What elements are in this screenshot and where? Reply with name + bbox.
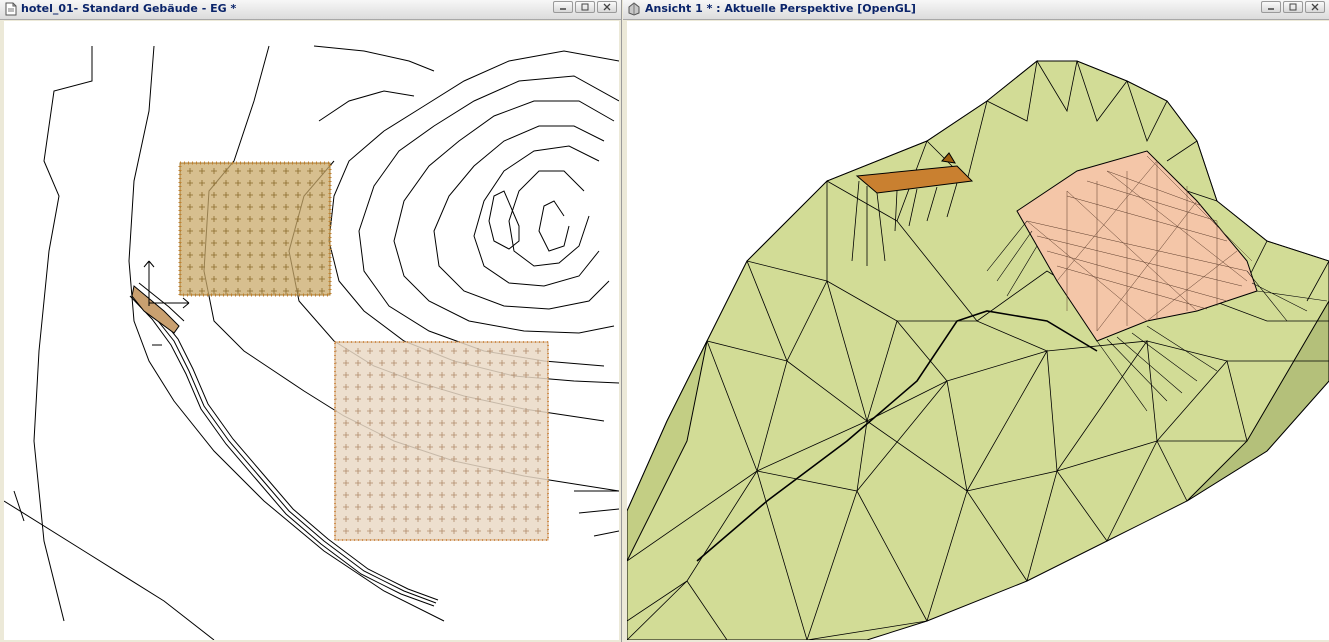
floorplan-window[interactable]: hotel_01- Standard Gebäude - EG * <box>0 0 622 642</box>
minimize-icon <box>1268 8 1274 10</box>
perspective-canvas[interactable] <box>627 21 1329 640</box>
minimize-icon <box>560 8 566 10</box>
maximize-icon <box>581 3 589 11</box>
maximize-button[interactable] <box>575 1 595 13</box>
perspective-title: Ansicht 1 * : Aktuelle Perspektive [Open… <box>645 2 916 15</box>
perspective-window[interactable]: Ansicht 1 * : Aktuelle Perspektive [Open… <box>623 0 1329 642</box>
floorplan-canvas[interactable] <box>4 21 619 640</box>
close-button[interactable] <box>597 1 617 13</box>
floorplan-titlebar[interactable]: hotel_01- Standard Gebäude - EG * <box>0 0 621 20</box>
perspective-titlebar[interactable]: Ansicht 1 * : Aktuelle Perspektive [Open… <box>623 0 1329 20</box>
maximize-icon <box>1289 3 1297 11</box>
maximize-button[interactable] <box>1283 1 1303 13</box>
close-button[interactable] <box>1305 1 1325 13</box>
minimize-button[interactable] <box>1261 1 1281 13</box>
document-icon <box>5 2 17 16</box>
floorplan-title: hotel_01- Standard Gebäude - EG * <box>21 2 237 15</box>
close-icon <box>1311 3 1319 11</box>
close-icon <box>603 3 611 11</box>
terrain-mesh <box>627 60 1329 640</box>
view-icon <box>628 2 640 16</box>
minimize-button[interactable] <box>553 1 573 13</box>
